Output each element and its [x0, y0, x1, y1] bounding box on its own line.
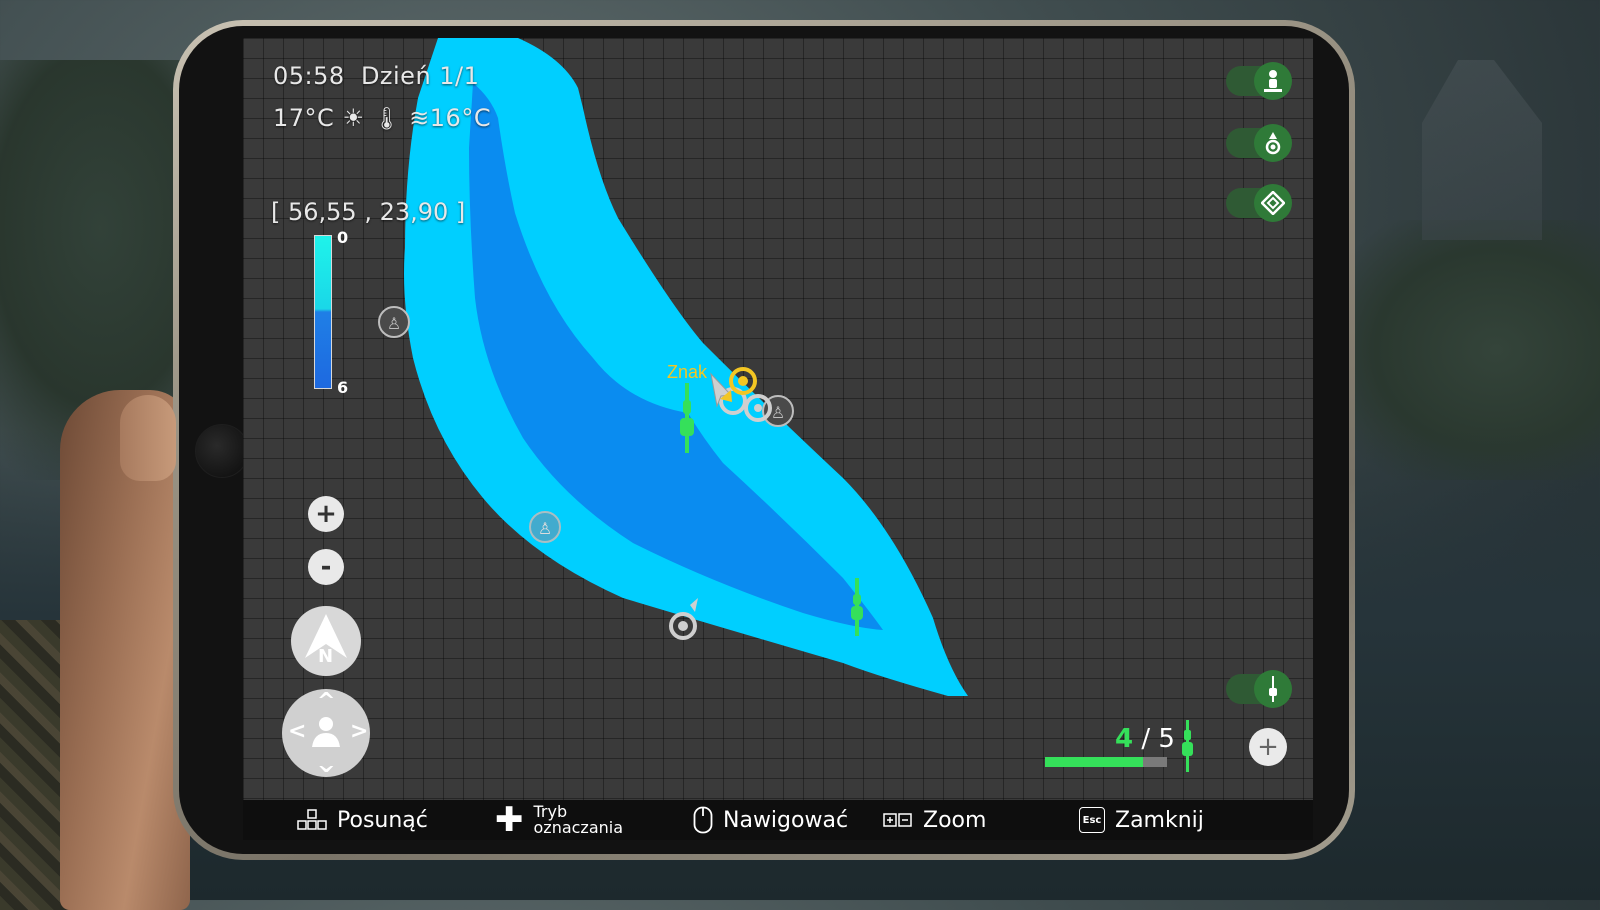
- toggle-waypoints-knob: [1254, 184, 1292, 222]
- pan-right-icon[interactable]: >: [350, 721, 368, 743]
- toggle-spots[interactable]: [1226, 124, 1292, 162]
- zoom-in-button[interactable]: +: [308, 496, 344, 532]
- toggle-spots-knob: [1254, 124, 1292, 162]
- toggle-rods-knob: [1254, 670, 1292, 708]
- hint-close[interactable]: Esc Zamknij: [1079, 800, 1204, 840]
- toggle-anglers-knob: [1254, 62, 1292, 100]
- svg-text:♙: ♙: [538, 519, 552, 538]
- compass-letter: N: [318, 646, 334, 667]
- hint-move-label: Posunąć: [337, 807, 428, 833]
- rod-counter: 4 / 5: [1115, 724, 1175, 754]
- player-thumb: [120, 395, 176, 481]
- sun-icon: ☀: [342, 104, 365, 132]
- pan-dpad[interactable]: ^ ^ < >: [282, 689, 370, 777]
- keyboard-arrows-icon: [297, 809, 327, 830]
- hint-close-label: Zamknij: [1115, 807, 1204, 833]
- rod-icon: [1269, 676, 1277, 702]
- rod-counter-icon: [1182, 720, 1193, 772]
- pan-left-icon[interactable]: <: [288, 721, 306, 743]
- hint-mark-mode-line2: oznaczania: [533, 818, 624, 837]
- rod-counter-total: 5: [1158, 724, 1175, 754]
- hud-air-temp: 17°C: [273, 104, 335, 132]
- esc-key-icon: Esc: [1079, 807, 1105, 833]
- thermometer-icon: 🌡: [372, 107, 402, 132]
- hud-time: 05:58: [273, 62, 345, 90]
- hint-navigate-label: Nawigować: [723, 807, 849, 833]
- mouse-icon: [693, 806, 713, 834]
- diamond-icon: [1261, 191, 1285, 215]
- depth-max-label: 6: [337, 378, 349, 397]
- angler-icon: [1264, 70, 1282, 92]
- location-pin-icon: [1265, 132, 1281, 155]
- esc-key-label: Esc: [1082, 814, 1102, 826]
- tablet-home-button: [195, 424, 249, 478]
- hud-water-temp: 16°C: [429, 104, 492, 132]
- compass-button[interactable]: N: [291, 606, 361, 676]
- pan-up-icon[interactable]: ^: [317, 691, 335, 713]
- zoom-keys-icon: [883, 813, 912, 827]
- pan-down-icon[interactable]: ^: [317, 750, 335, 775]
- plus-icon: ✚: [495, 800, 524, 840]
- hint-mark-mode-label: Tryb oznaczania: [534, 804, 624, 836]
- player-center-icon: [312, 717, 340, 747]
- svg-text:♙: ♙: [771, 403, 785, 422]
- spot-marker-angler-1[interactable]: ♙: [378, 306, 410, 338]
- rod-progress-fill: [1045, 757, 1143, 767]
- hint-zoom[interactable]: Zoom: [883, 800, 986, 840]
- depth-scale-bar: [314, 235, 332, 389]
- toggle-rods[interactable]: [1226, 670, 1292, 708]
- background-house: [1422, 60, 1542, 240]
- water-waves-icon: ≋: [409, 104, 430, 132]
- rod-counter-separator: /: [1141, 724, 1151, 754]
- hint-move[interactable]: Posunąć: [297, 800, 428, 840]
- map-screen[interactable]: ♙ ♙ ♙ Znak 05:58 Dzień 1/1 17°C ☀ 🌡 ≋16°…: [243, 38, 1313, 840]
- hint-navigate[interactable]: Nawigować: [693, 800, 848, 840]
- waypoint-label: Znak: [667, 362, 708, 382]
- hint-zoom-label: Zoom: [923, 807, 987, 833]
- spot-marker-angler-2[interactable]: ♙: [529, 511, 561, 543]
- svg-text:♙: ♙: [387, 314, 401, 333]
- toggle-waypoints[interactable]: [1226, 184, 1292, 222]
- hud-day: Dzień 1/1: [360, 62, 480, 90]
- depth-min-label: 0: [337, 228, 349, 247]
- hud-weather: 17°C ☀ 🌡 ≋16°C: [273, 104, 491, 132]
- lake-map[interactable]: ♙ ♙ ♙: [243, 38, 1313, 798]
- controls-hint-bar: Posunąć ✚ Tryb oznaczania Nawigować Zoom: [243, 800, 1313, 840]
- hud-time-day: 05:58 Dzień 1/1: [273, 62, 479, 90]
- hint-mark-mode[interactable]: ✚ Tryb oznaczania: [495, 800, 623, 840]
- lake-shoal-2: [532, 106, 542, 126]
- rod-counter-current: 4: [1115, 724, 1134, 754]
- toggle-anglers[interactable]: [1226, 62, 1292, 100]
- zoom-out-button[interactable]: -: [308, 549, 344, 585]
- map-coordinates: [ 56,55 , 23,90 ]: [271, 198, 466, 226]
- add-rod-button[interactable]: +: [1249, 728, 1287, 766]
- rod-progress-bar: [1045, 757, 1167, 767]
